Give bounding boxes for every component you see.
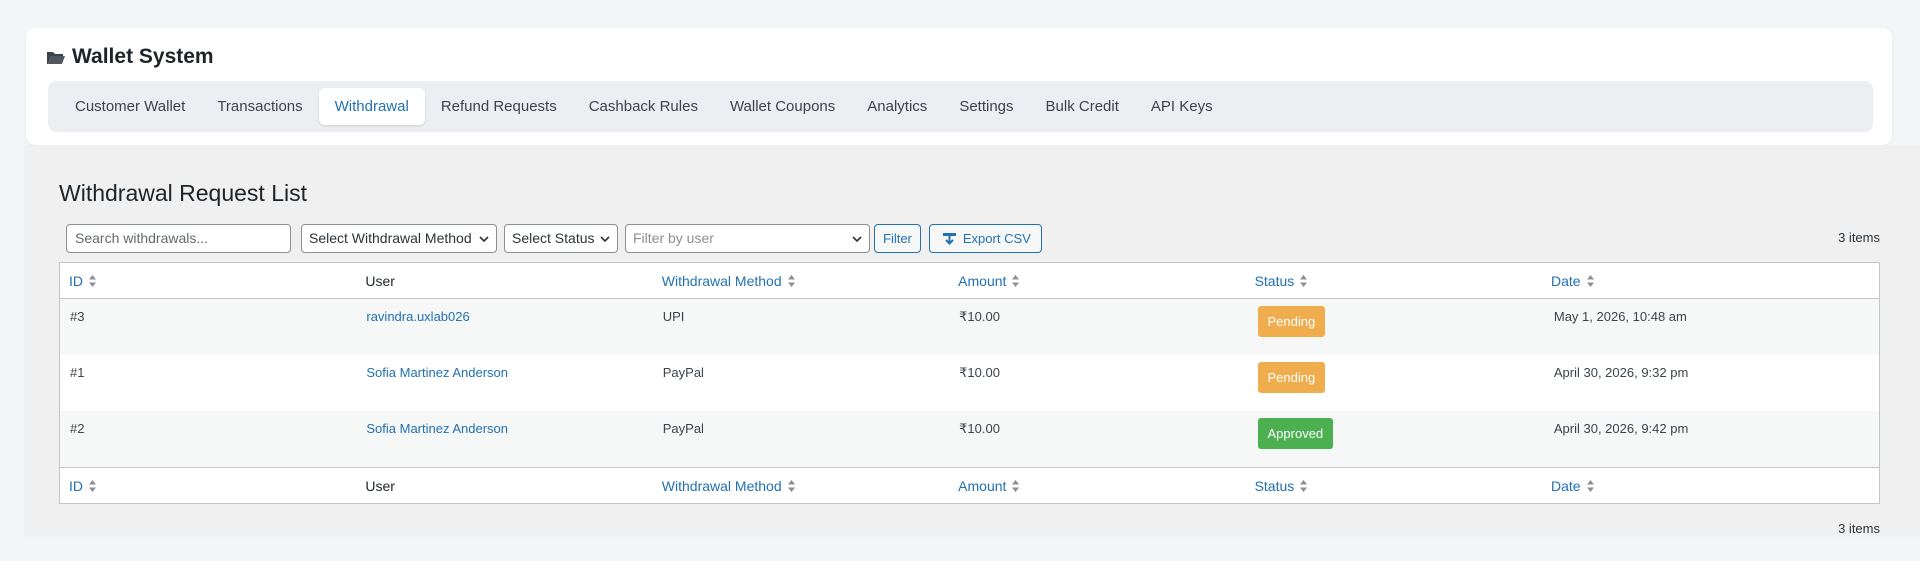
tab-refund-requests[interactable]: Refund Requests (425, 88, 573, 125)
folder-open-icon (46, 49, 66, 65)
sort-icon (1011, 274, 1020, 288)
sort-icon (1299, 274, 1308, 288)
column-user-header: User (356, 273, 652, 289)
sort-icon (787, 479, 796, 493)
sort-icon (1586, 274, 1595, 288)
filter-toolbar: Select Withdrawal Method Select Status F… (66, 223, 1042, 253)
app-title-text: Wallet System (72, 45, 214, 68)
export-csv-button[interactable]: Export CSV (928, 223, 1042, 253)
tab-bar: Customer Wallet Transactions Withdrawal … (48, 81, 1873, 132)
filter-button-label: Filter (883, 230, 912, 246)
table-footer: ID User Withdrawal Method Amount Status … (60, 467, 1879, 503)
column-id-label: ID (69, 272, 83, 289)
user-filter-placeholder: Filter by user (633, 230, 714, 246)
column-date-header[interactable]: Date (1542, 273, 1879, 289)
tab-cashback-rules[interactable]: Cashback Rules (573, 88, 714, 125)
column-date-footer[interactable]: Date (1542, 478, 1879, 494)
tab-customer-wallet[interactable]: Customer Wallet (59, 88, 201, 125)
cell-id: #3 (70, 309, 85, 324)
cell-method: PayPal (662, 365, 704, 380)
cell-date: April 30, 2026, 9:42 pm (1553, 421, 1689, 436)
column-amount-label: Amount (958, 272, 1007, 289)
withdrawal-table: ID User Withdrawal Method Amount Status … (59, 262, 1880, 504)
search-input[interactable] (66, 223, 291, 253)
column-amount-header[interactable]: Amount (949, 273, 1245, 289)
user-link[interactable]: Sofia Martinez Anderson (366, 365, 508, 380)
tab-analytics[interactable]: Analytics (851, 88, 943, 125)
column-status-label: Status (1254, 477, 1295, 494)
sort-icon (88, 479, 97, 493)
column-user-label: User (365, 272, 395, 289)
header-card: Wallet System Customer Wallet Transactio… (26, 28, 1892, 145)
cell-amount: ₹10.00 (959, 309, 1000, 324)
table-header: ID User Withdrawal Method Amount Status … (60, 263, 1879, 299)
cell-id: #1 (70, 365, 85, 380)
column-id-footer[interactable]: ID (60, 478, 356, 494)
column-amount-footer[interactable]: Amount (949, 478, 1245, 494)
chevron-down-icon (478, 232, 490, 244)
table-row: #2 Sofia Martinez Anderson PayPal ₹10.00… (60, 411, 1879, 467)
tab-api-keys[interactable]: API Keys (1135, 88, 1229, 125)
column-status-label: Status (1254, 272, 1295, 289)
column-method-header[interactable]: Withdrawal Method (653, 273, 949, 289)
column-method-label: Withdrawal Method (661, 477, 782, 494)
column-date-label: Date (1550, 477, 1581, 494)
withdrawal-method-select-value: Select Withdrawal Method (309, 230, 472, 246)
user-filter-select[interactable]: Filter by user (625, 223, 870, 253)
column-method-label: Withdrawal Method (661, 272, 782, 289)
export-csv-label: Export CSV (962, 230, 1031, 246)
status-select-value: Select Status (512, 230, 595, 246)
column-user-footer: User (356, 478, 652, 494)
user-link[interactable]: Sofia Martinez Anderson (366, 421, 508, 436)
column-status-footer[interactable]: Status (1246, 478, 1542, 494)
filter-button[interactable]: Filter (874, 223, 921, 253)
download-icon (942, 231, 957, 246)
tab-transactions[interactable]: Transactions (201, 88, 318, 125)
column-user-label: User (365, 477, 395, 494)
status-badge: Approved (1257, 418, 1334, 449)
table-row: #3 ravindra.uxlab026 UPI ₹10.00 Pending … (60, 299, 1879, 355)
tab-withdrawal[interactable]: Withdrawal (318, 88, 425, 125)
page-title: Withdrawal Request List (59, 180, 307, 206)
sort-icon (1011, 479, 1020, 493)
sort-icon (787, 274, 796, 288)
column-amount-label: Amount (958, 477, 1007, 494)
column-method-footer[interactable]: Withdrawal Method (653, 478, 949, 494)
withdrawal-method-select[interactable]: Select Withdrawal Method (301, 223, 497, 253)
tab-settings[interactable]: Settings (943, 88, 1029, 125)
cell-date: May 1, 2026, 10:48 am (1553, 309, 1687, 324)
items-count-bottom: 3 items (1838, 521, 1880, 536)
status-badge: Pending (1257, 306, 1326, 337)
column-id-header[interactable]: ID (60, 273, 356, 289)
column-id-label: ID (69, 477, 83, 494)
tab-wallet-coupons[interactable]: Wallet Coupons (714, 88, 851, 125)
cell-method: PayPal (662, 421, 704, 436)
cell-amount: ₹10.00 (959, 365, 1000, 380)
cell-amount: ₹10.00 (959, 421, 1000, 436)
column-status-header[interactable]: Status (1246, 273, 1542, 289)
cell-id: #2 (70, 421, 85, 436)
cell-date: April 30, 2026, 9:32 pm (1553, 365, 1689, 380)
table-row: #1 Sofia Martinez Anderson PayPal ₹10.00… (60, 355, 1879, 411)
column-date-label: Date (1550, 272, 1581, 289)
status-badge: Pending (1257, 362, 1326, 393)
sort-icon (88, 274, 97, 288)
chevron-down-icon (851, 232, 863, 244)
tab-bulk-credit[interactable]: Bulk Credit (1030, 88, 1135, 125)
app-title: Wallet System (46, 44, 214, 70)
user-link[interactable]: ravindra.uxlab026 (366, 309, 469, 324)
sort-icon (1299, 479, 1308, 493)
items-count-top: 3 items (1838, 230, 1880, 245)
status-select[interactable]: Select Status (504, 223, 618, 253)
sort-icon (1586, 479, 1595, 493)
cell-method: UPI (662, 309, 685, 324)
chevron-down-icon (599, 232, 611, 244)
